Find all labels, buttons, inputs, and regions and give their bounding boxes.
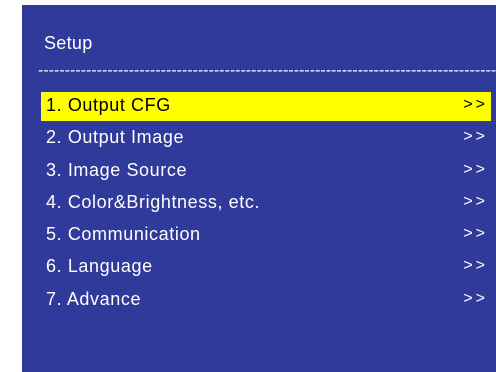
menu-item-language[interactable]: 6. Language >> xyxy=(41,253,491,282)
submenu-arrow-icon: >> xyxy=(463,128,488,146)
menu-item-label: 3. Image Source xyxy=(46,159,188,180)
submenu-arrow-icon: >> xyxy=(463,225,488,243)
menu-item-advance[interactable]: 7. Advance >> xyxy=(41,286,491,315)
submenu-arrow-icon: >> xyxy=(463,289,488,307)
submenu-arrow-icon: >> xyxy=(463,96,488,113)
submenu-arrow-icon: >> xyxy=(463,160,488,178)
setup-screen: Setup ----------------------------------… xyxy=(22,5,496,372)
menu-item-communication[interactable]: 5. Communication >> xyxy=(41,221,491,250)
submenu-arrow-icon: >> xyxy=(463,257,488,275)
page-title: Setup xyxy=(44,33,93,53)
menu-item-label: 7. Advance xyxy=(46,288,142,309)
setup-menu: 1. Output CFG >> 2. Output Image >> 3. I… xyxy=(22,92,496,318)
menu-item-label: 2. Output Image xyxy=(46,127,185,148)
menu-item-label: 5. Communication xyxy=(46,224,201,245)
menu-item-output-cfg[interactable]: 1. Output CFG >> xyxy=(41,92,491,121)
menu-item-image-source[interactable]: 3. Image Source >> xyxy=(41,157,491,186)
divider: ----------------------------------------… xyxy=(38,62,496,79)
menu-item-label: 4. Color&Brightness, etc. xyxy=(46,191,261,212)
menu-item-label: 6. Language xyxy=(46,256,153,277)
menu-item-output-image[interactable]: 2. Output Image >> xyxy=(41,124,491,153)
menu-item-color-brightness[interactable]: 4. Color&Brightness, etc. >> xyxy=(41,189,491,218)
menu-item-label: 1. Output CFG xyxy=(46,95,171,115)
submenu-arrow-icon: >> xyxy=(463,192,488,210)
